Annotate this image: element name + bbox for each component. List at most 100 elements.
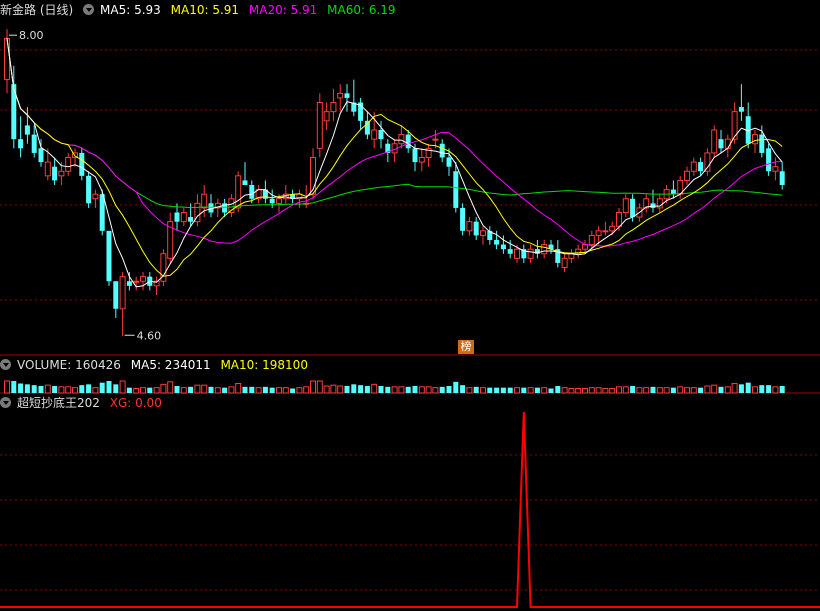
volume-bar xyxy=(180,387,187,394)
candle-body xyxy=(711,129,718,154)
candle-body xyxy=(630,198,636,218)
candle-body xyxy=(616,212,622,227)
volume-bar xyxy=(656,387,663,394)
price-labels: 8.00 4.60 xyxy=(9,29,161,342)
volume-bar xyxy=(480,387,486,394)
candle-body xyxy=(759,134,765,153)
volume-bar xyxy=(385,386,391,393)
volume-bar xyxy=(439,386,445,393)
volume-bar xyxy=(310,380,316,394)
volume-bar xyxy=(650,386,656,393)
moving-average-lines xyxy=(6,38,783,288)
candle-body xyxy=(453,171,459,208)
volume-bar xyxy=(262,386,268,393)
candle-body xyxy=(398,134,405,145)
volume-bar xyxy=(222,387,228,393)
volume-bar xyxy=(588,387,595,394)
candle-body xyxy=(119,276,126,310)
volume-bar xyxy=(160,383,167,394)
volume-bar xyxy=(337,385,344,394)
candle-body xyxy=(316,102,323,149)
volume-bar xyxy=(398,386,405,394)
volume-bar xyxy=(371,383,378,394)
volume-bar xyxy=(140,387,146,394)
candle-body xyxy=(52,166,58,181)
volume-bar xyxy=(752,386,758,394)
candle-body xyxy=(738,107,744,112)
candle-body xyxy=(507,249,513,254)
candle-body xyxy=(330,102,337,113)
volume-bar xyxy=(432,387,439,394)
volume-bar xyxy=(568,388,575,394)
candle-body xyxy=(752,134,758,145)
volume-bar xyxy=(670,387,676,393)
candle-body xyxy=(113,281,119,309)
volume-bar xyxy=(548,388,554,393)
volume-bar xyxy=(724,386,731,394)
candle-body xyxy=(4,37,10,81)
volume-bar xyxy=(507,387,513,393)
volume-bar xyxy=(201,384,208,394)
volume-bar xyxy=(316,380,323,394)
volume-bar xyxy=(595,387,602,394)
volume-bar xyxy=(622,386,629,394)
volume-bar xyxy=(290,388,296,393)
volume-bar xyxy=(690,387,697,394)
volume-bar xyxy=(759,385,765,393)
candle-body xyxy=(772,166,779,172)
volume-bar xyxy=(113,384,119,393)
volume-bar xyxy=(344,386,350,393)
candle-body xyxy=(541,244,548,255)
candle-body xyxy=(24,125,30,135)
volume-bar xyxy=(677,386,684,394)
candle-body xyxy=(595,230,602,236)
volume-bar xyxy=(494,387,500,393)
volume-bar xyxy=(500,387,506,393)
volume-bar xyxy=(228,386,235,394)
candle-body xyxy=(405,134,411,149)
volume-bar xyxy=(174,386,180,393)
candle-body xyxy=(412,148,418,163)
volume-bars xyxy=(4,380,785,394)
candle-body xyxy=(684,170,690,181)
volume-bar xyxy=(79,385,85,393)
candle-body xyxy=(337,92,344,99)
volume-bar xyxy=(630,386,636,393)
volume-bar xyxy=(242,386,248,393)
volume-bar xyxy=(738,384,744,393)
volume-bar xyxy=(466,387,473,394)
candle-body xyxy=(494,240,500,245)
candle-body xyxy=(344,93,350,98)
volume-bar xyxy=(446,386,452,393)
candle-body xyxy=(65,157,72,172)
volume-bar xyxy=(188,386,194,393)
volume-bar xyxy=(269,387,275,393)
volume-bar xyxy=(412,386,418,393)
candle-body xyxy=(704,152,711,172)
volume-bar xyxy=(514,387,520,394)
candle-body xyxy=(180,212,187,223)
volume-bar xyxy=(779,386,785,393)
candle-body xyxy=(588,234,595,246)
volume-bar xyxy=(330,384,337,394)
volume-bar xyxy=(153,387,160,394)
candle-body xyxy=(249,185,255,199)
candle-body xyxy=(92,193,99,200)
candle-body xyxy=(86,175,92,204)
candle-body xyxy=(106,230,112,282)
volume-bar xyxy=(745,382,751,393)
volume-bar xyxy=(147,387,153,393)
volume-bar xyxy=(4,380,10,394)
candle-body xyxy=(446,157,452,167)
volume-bar xyxy=(521,387,527,393)
candle-body xyxy=(235,175,242,209)
volume-bar xyxy=(72,387,78,394)
candle-body xyxy=(269,198,275,204)
volume-bar xyxy=(92,387,99,394)
candle-body xyxy=(439,143,445,158)
candle-body xyxy=(323,111,330,122)
kline-chart[interactable]: 8.00 4.60 xyxy=(0,0,820,611)
candle-body xyxy=(698,162,704,172)
volume-bar xyxy=(167,381,174,394)
candle-body xyxy=(371,129,378,140)
